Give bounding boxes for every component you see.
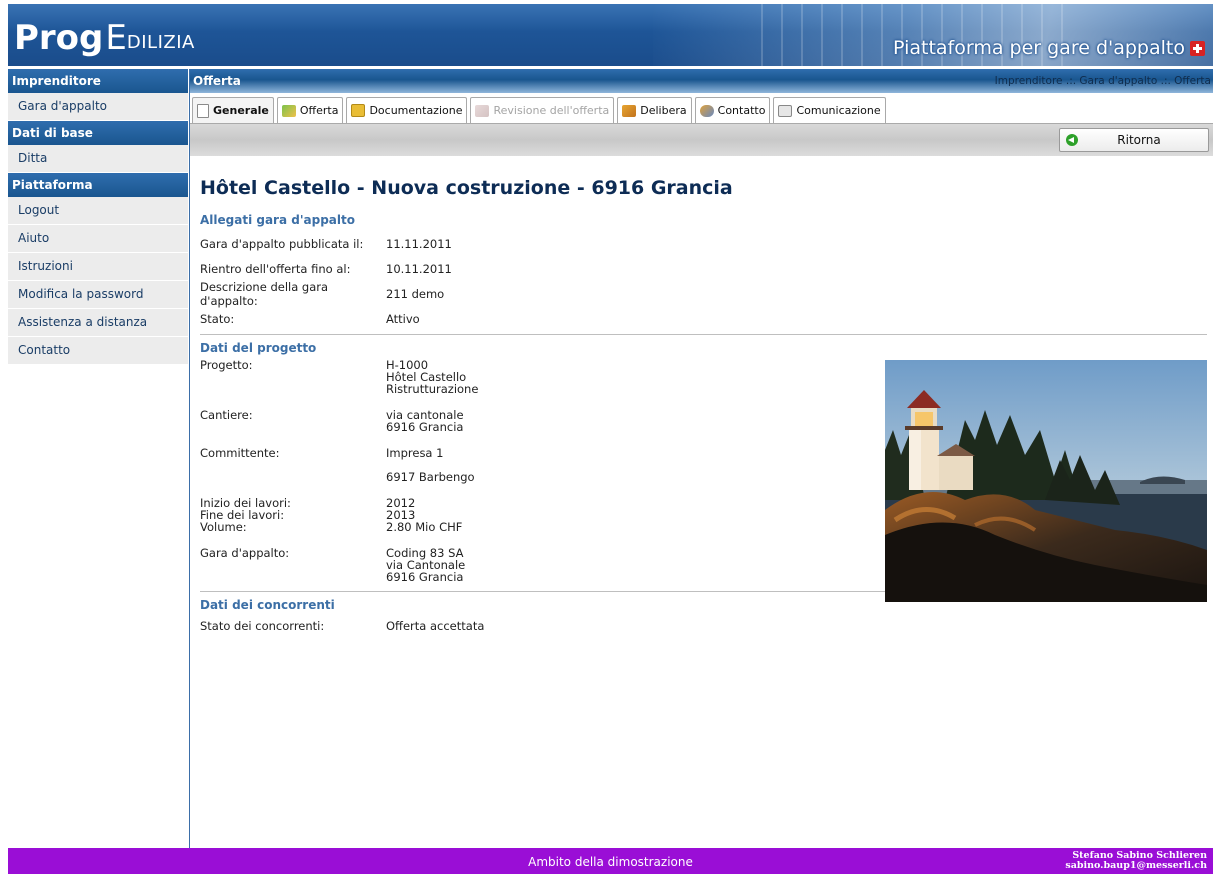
detail-value: 211 demo [386,286,445,301]
tab-generale[interactable]: Generale [192,97,274,123]
detail-value: Impresa 1 6917 Barbengo [386,447,475,483]
back-arrow-icon [1066,134,1078,146]
revision-icon [475,104,490,117]
user-email: sabino.baup1@messerli.ch [1065,860,1207,871]
value-line: 6916 Grancia [386,570,464,584]
app-logo: Prog E DILIZIA [14,14,195,58]
detail-row: Gara d'appalto pubblicata il: 11.11.2011 [200,231,1207,256]
detail-value: Coding 83 SA via Cantonale 6916 Grancia [386,547,465,583]
contacts-icon [699,104,714,117]
detail-value: 11.11.2011 [386,236,452,251]
tab-revisione-offerta[interactable]: Revisione dell'offerta [470,97,615,123]
demo-scope-label: Ambito della dimostrazione [528,855,693,869]
detail-label: Gara d'appalto pubblicata il: [200,236,364,251]
tab-label: Revisione dell'offerta [493,104,610,117]
breadcrumb: Imprenditore .:. Gara d'appalto .:. Offe… [994,75,1211,87]
detail-label: Rientro dell'offerta fino al: [200,261,351,276]
user-info: Stefano Sabino Schlieren sabino.baup1@me… [1065,851,1207,871]
tab-label: Documentazione [369,104,463,117]
lighthouse-image [885,360,1207,602]
sidebar-item-istruzioni[interactable]: Istruzioni [8,253,188,281]
sidebar: Imprenditore Gara d'appalto Dati di base… [8,69,188,848]
tab-comunicazione[interactable]: Comunicazione [773,97,886,123]
tab-label: Delibera [640,104,687,117]
sidebar-item-ditta[interactable]: Ditta [8,145,188,173]
tab-bar: Generale Offerta Documentazione Revision… [190,93,1213,123]
detail-label: Descrizione della gara d'appalto: [200,279,329,308]
main-panel: Offerta Imprenditore .:. Gara d'appalto … [190,69,1213,848]
detail-value: 2.80 Mio CHF [386,520,463,534]
detail-label: Stato dei concorrenti: [200,619,325,633]
value-line: Impresa 1 [386,446,444,460]
sidebar-item-gara-d-appalto[interactable]: Gara d'appalto [8,93,188,121]
detail-label: Stato: [200,311,235,326]
tab-label: Offerta [299,104,339,117]
divider [200,334,1207,335]
detail-value: Attivo [386,311,420,326]
action-toolbar: Ritorna [190,123,1213,156]
detail-row: Stato dei concorrenti: Offerta accettata [200,616,1207,636]
tab-documentazione[interactable]: Documentazione [346,97,468,123]
main-titlebar: Offerta Imprenditore .:. Gara d'appalto … [190,69,1213,93]
detail-row: Stato: Attivo [200,306,1207,331]
detail-label: Gara d'appalto: [200,546,290,560]
header-tagline: Piattaforma per gare d'appalto [893,37,1205,59]
offer-details: Hôtel Castello - Nuova costruzione - 691… [200,177,1207,636]
tab-label: Generale [213,104,269,117]
detail-row: Rientro dell'offerta fino al: 10.11.2011 [200,256,1207,281]
detail-value: Offerta accettata [386,619,485,633]
sidebar-section-imprenditore: Imprenditore [8,69,188,93]
detail-label: Progetto: [200,358,253,372]
tab-label: Comunicazione [796,104,881,117]
value-line: 6917 Barbengo [386,470,475,484]
project-photo [885,360,1207,602]
return-button-label: Ritorna [1117,133,1161,147]
sidebar-item-aiuto[interactable]: Aiuto [8,225,188,253]
tab-delibera[interactable]: Delibera [617,97,692,123]
offer-icon [281,104,296,117]
logo-big-letter: E [105,18,127,58]
section-dati-progetto: Dati del progetto [200,341,317,355]
sidebar-section-dati-di-base: Dati di base [8,121,188,145]
folder-icon [351,104,366,117]
swiss-flag-icon [1190,40,1205,56]
tab-contatto[interactable]: Contatto [694,97,771,123]
section-allegati: Allegati gara d'appalto [200,213,355,227]
tab-label: Contatto [717,104,766,117]
tagline-text: Piattaforma per gare d'appalto [893,37,1185,59]
value-line: 6916 Grancia [386,420,464,434]
sidebar-item-logout[interactable]: Logout [8,197,188,225]
message-icon [778,104,793,117]
detail-label: Committente: [200,446,280,460]
detail-label: Volume: [200,520,247,534]
app-header: Prog E DILIZIA Piattaforma per gare d'ap… [8,4,1213,66]
detail-row: Descrizione della gara d'appalto: 211 de… [200,279,1207,308]
sidebar-item-modifica-password[interactable]: Modifica la password [8,281,188,309]
return-button[interactable]: Ritorna [1059,128,1209,152]
detail-value: 10.11.2011 [386,261,452,276]
sidebar-section-piattaforma: Piattaforma [8,173,188,197]
main-title: Offerta [193,74,241,88]
value-line: Ristrutturazione [386,382,479,396]
logo-rest-text: DILIZIA [126,32,195,53]
sidebar-item-assistenza[interactable]: Assistenza a distanza [8,309,188,337]
logo-bold-text: Prog [14,18,104,58]
status-footer: Ambito della dimostrazione Stefano Sabin… [8,848,1213,874]
tab-offerta[interactable]: Offerta [276,97,344,123]
sidebar-item-contatto[interactable]: Contatto [8,337,188,365]
detail-label: Cantiere: [200,408,253,422]
resolution-icon [622,104,637,117]
detail-value: H-1000 Hôtel Castello Ristrutturazione [386,359,478,395]
page-title: Hôtel Castello - Nuova costruzione - 691… [200,177,733,199]
document-icon [197,103,209,118]
detail-value: via cantonale 6916 Grancia [386,409,464,433]
